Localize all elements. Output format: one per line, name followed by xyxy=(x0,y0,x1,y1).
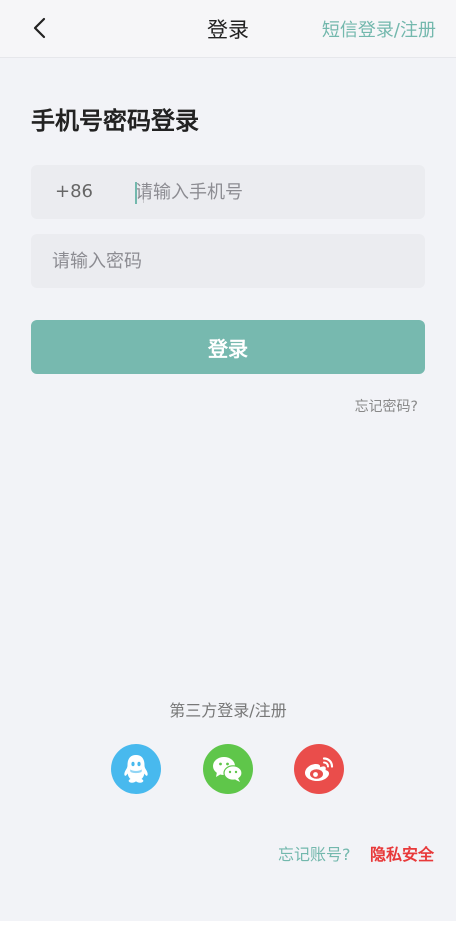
text-caret xyxy=(135,182,137,204)
privacy-security-link[interactable]: 隐私安全 xyxy=(370,841,434,865)
phone-input[interactable] xyxy=(135,165,415,219)
password-field xyxy=(31,234,425,288)
third-party-title: 第三方登录/注册 xyxy=(169,701,287,720)
country-code-selector[interactable]: +86 xyxy=(55,181,93,202)
password-input[interactable] xyxy=(52,234,412,288)
form-title: 手机号密码登录 xyxy=(31,107,199,135)
login-page: 登录 短信登录/注册 手机号密码登录 +86 登录 忘记密码? 第三方登录/注册 xyxy=(0,0,456,927)
sms-login-link[interactable]: 短信登录/注册 xyxy=(322,16,436,42)
top-bar: 登录 短信登录/注册 xyxy=(0,0,456,58)
forgot-password-link[interactable]: 忘记密码? xyxy=(355,396,418,416)
wechat-icon xyxy=(213,757,243,782)
wechat-login-button[interactable] xyxy=(203,744,253,794)
bottom-bar xyxy=(0,921,456,927)
qq-login-button[interactable] xyxy=(111,744,161,794)
qq-icon xyxy=(124,755,148,783)
weibo-login-button[interactable] xyxy=(294,744,344,794)
phone-field: +86 xyxy=(31,165,425,219)
forgot-account-link[interactable]: 忘记账号? xyxy=(278,841,351,865)
back-button[interactable] xyxy=(24,12,56,44)
weibo-icon xyxy=(305,757,334,781)
login-button[interactable]: 登录 xyxy=(31,320,425,374)
chevron-left-icon xyxy=(33,17,46,39)
